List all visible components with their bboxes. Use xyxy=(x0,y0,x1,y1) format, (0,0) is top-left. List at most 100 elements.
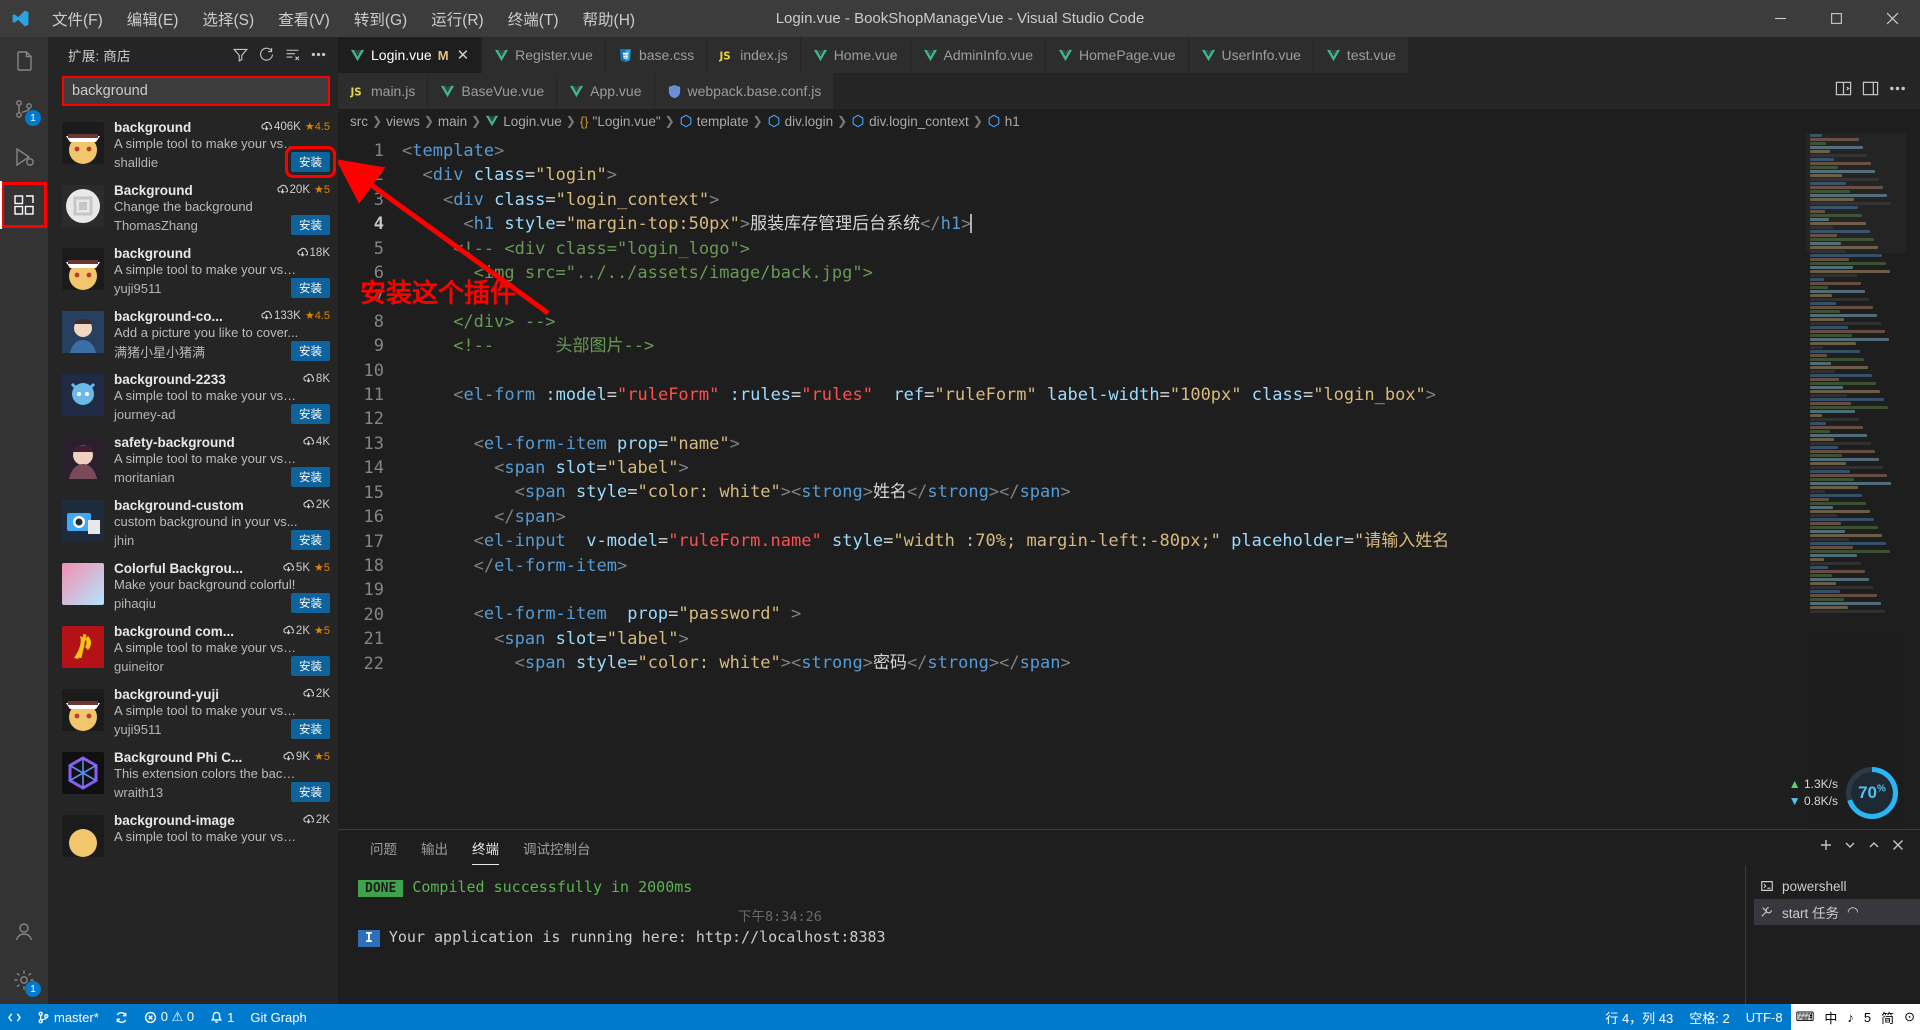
maximize-panel-icon[interactable] xyxy=(1866,837,1882,858)
code-line[interactable] xyxy=(402,578,1806,602)
encoding[interactable]: UTF-8 xyxy=(1738,1004,1791,1030)
code-line[interactable]: <div class="login_context"> xyxy=(402,188,1806,212)
clear-search-results-icon[interactable] xyxy=(280,43,304,67)
vertical-scrollbar[interactable] xyxy=(1906,133,1920,829)
sync-changes[interactable] xyxy=(107,1004,136,1030)
install-button[interactable]: 安装 xyxy=(291,215,330,235)
panel-tab-debug-console[interactable]: 调试控制台 xyxy=(511,830,603,865)
list-item[interactable]: background-2233 8K A simple tool to make… xyxy=(48,366,338,429)
list-item[interactable]: background-yuji 2K A simple tool to make… xyxy=(48,681,338,744)
panel-tab-problems[interactable]: 问题 xyxy=(358,830,409,865)
tab-test-vue[interactable]: test.vue xyxy=(1313,37,1409,73)
code-line[interactable]: </div> --> xyxy=(402,310,1806,334)
ime-simplified[interactable]: 简 xyxy=(1876,1008,1899,1027)
install-button[interactable]: 安装 xyxy=(291,530,330,550)
code-line[interactable]: </span> xyxy=(402,505,1806,529)
activity-accounts-icon[interactable] xyxy=(0,908,48,956)
tab-admininfo-vue[interactable]: AdminInfo.vue xyxy=(910,37,1046,73)
list-item[interactable]: background 406K ★4.5 A simple tool to ma… xyxy=(48,114,338,178)
layout-icon[interactable] xyxy=(1862,80,1879,102)
code-line[interactable] xyxy=(402,285,1806,309)
activity-run-debug-icon[interactable] xyxy=(0,133,48,181)
list-item[interactable]: background com... 2K ★5 A simple tool to… xyxy=(48,618,338,681)
menu-item-file[interactable]: 文件(F) xyxy=(40,0,115,37)
list-item[interactable]: background 18K A simple tool to make you… xyxy=(48,240,338,303)
panel-tab-output[interactable]: 输出 xyxy=(409,830,460,865)
menu-item-selection[interactable]: 选择(S) xyxy=(190,0,266,37)
tab-basevue-vue[interactable]: BaseVue.vue xyxy=(428,73,558,109)
notifications-bell[interactable]: 1 xyxy=(202,1004,242,1030)
menu-item-view[interactable]: 查看(V) xyxy=(266,0,342,37)
install-button[interactable]: 安装 xyxy=(291,719,330,739)
install-button[interactable]: 安装 xyxy=(291,782,330,802)
breadcrumb-item-h1[interactable]: h1 xyxy=(987,114,1020,129)
indentation[interactable]: 空格: 2 xyxy=(1681,1004,1737,1030)
list-item[interactable]: safety-background 4K A simple tool to ma… xyxy=(48,429,338,492)
install-button[interactable]: 安装 xyxy=(291,656,330,676)
tab-register-vue[interactable]: Register.vue xyxy=(482,37,606,73)
menu-item-terminal[interactable]: 终端(T) xyxy=(496,0,571,37)
tab-userinfo-vue[interactable]: UserInfo.vue xyxy=(1188,37,1314,73)
breadcrumb-item-login-vue[interactable]: Login.vue xyxy=(485,114,562,129)
maximize-button[interactable] xyxy=(1808,0,1864,37)
breadcrumb-item-main[interactable]: main xyxy=(438,114,467,129)
menu-item-help[interactable]: 帮助(H) xyxy=(571,0,648,37)
list-item[interactable]: background-custom 2K custom background i… xyxy=(48,492,338,555)
panel-tab-terminal[interactable]: 终端 xyxy=(460,830,511,865)
terminal-output[interactable]: DONE Compiled successfully in 2000ms I Y… xyxy=(338,865,1745,1004)
tab-home-vue[interactable]: Home.vue xyxy=(800,37,911,73)
close-panel-icon[interactable] xyxy=(1890,837,1906,858)
activity-extensions-icon[interactable] xyxy=(0,181,48,229)
more-actions-icon[interactable] xyxy=(1889,80,1906,102)
refresh-icon[interactable] xyxy=(254,43,278,67)
list-item[interactable]: Background 20K ★5 Change the background xyxy=(48,177,338,240)
menu-item-go[interactable]: 转到(G) xyxy=(342,0,419,37)
install-button[interactable]: 安装 xyxy=(291,467,330,487)
code-line[interactable]: <el-form-item prop="name"> xyxy=(402,432,1806,456)
breadcrumb-item-template[interactable]: template xyxy=(679,114,749,129)
breadcrumb-item-src[interactable]: src xyxy=(350,114,368,129)
ime-indicator[interactable]: ⌨ 中 ♪ 5 简 ⊙ xyxy=(1790,1004,1920,1030)
code-line[interactable]: <div class="login"> xyxy=(402,163,1806,187)
install-button[interactable]: 安装 xyxy=(291,278,330,298)
activity-source-control-icon[interactable]: 1 xyxy=(0,85,48,133)
install-button[interactable]: 安装 xyxy=(291,341,330,361)
split-editor-icon[interactable] xyxy=(1835,80,1852,102)
terminal-item-powershell[interactable]: powershell xyxy=(1754,873,1920,899)
ime-language[interactable]: 中 xyxy=(1819,1008,1842,1027)
install-button[interactable]: 安装 xyxy=(291,404,330,424)
ime-keyboard-icon[interactable]: ⌨ xyxy=(1791,1009,1820,1025)
chevron-down-split-icon[interactable] xyxy=(1842,837,1858,858)
ime-sound-icon[interactable]: ♪ xyxy=(1842,1010,1859,1025)
tab-homepage-vue[interactable]: HomePage.vue xyxy=(1046,37,1189,73)
code-editor[interactable]: 1 2 3 4 5 6 7 8 9 10 11 12 13 14 15 16 17 18 19 20 21 22 <tem… xyxy=(338,133,1920,829)
list-item[interactable]: Colorful Backgrou... 5K ★5 Make your bac… xyxy=(48,555,338,618)
code-line[interactable] xyxy=(402,407,1806,431)
breadcrumb-item-div-login-context[interactable]: div.login_context xyxy=(851,114,969,129)
code-line[interactable]: <span style="color: white"><strong>姓名</s… xyxy=(402,480,1806,504)
minimize-button[interactable] xyxy=(1752,0,1808,37)
activity-settings-gear-icon[interactable]: 1 xyxy=(0,956,48,1004)
menu-item-edit[interactable]: 编辑(E) xyxy=(115,0,191,37)
more-icon[interactable] xyxy=(306,43,330,67)
tab-main-js[interactable]: JS main.js xyxy=(338,73,429,109)
tab-webpack-base-conf-js[interactable]: webpack.base.conf.js xyxy=(654,73,835,109)
problems-indicator[interactable]: 0 ⚠ 0 xyxy=(136,1004,202,1030)
terminal-item-start-task[interactable]: start 任务 ◠ xyxy=(1754,899,1920,925)
list-item[interactable]: background-image 2K A simple tool to mak… xyxy=(48,807,338,870)
add-terminal-icon[interactable] xyxy=(1818,837,1834,858)
code-line[interactable]: <span style="color: white"><strong>密码</s… xyxy=(402,651,1806,675)
list-item[interactable]: Background Phi C... 9K ★5 This extension… xyxy=(48,744,338,807)
code-line[interactable] xyxy=(402,359,1806,383)
code-line[interactable]: <template> xyxy=(402,139,1806,163)
code-content[interactable]: <template> <div class="login"> <div clas… xyxy=(402,133,1806,829)
filter-icon[interactable] xyxy=(228,43,252,67)
install-button[interactable]: 安装 xyxy=(285,146,336,178)
code-scroll-area[interactable]: 1 2 3 4 5 6 7 8 9 10 11 12 13 14 15 16 17 18 19 20 21 22 <tem… xyxy=(338,133,1806,829)
ime-settings-icon[interactable]: ⊙ xyxy=(1899,1009,1920,1025)
code-line[interactable]: <el-form-item prop="password" > xyxy=(402,602,1806,626)
code-line[interactable]: <span slot="label"> xyxy=(402,627,1806,651)
code-line[interactable]: <img src="../../assets/image/back.jpg"> xyxy=(402,261,1806,285)
activity-explorer-icon[interactable] xyxy=(0,37,48,85)
tab-base-css[interactable]: base.css xyxy=(605,37,708,73)
